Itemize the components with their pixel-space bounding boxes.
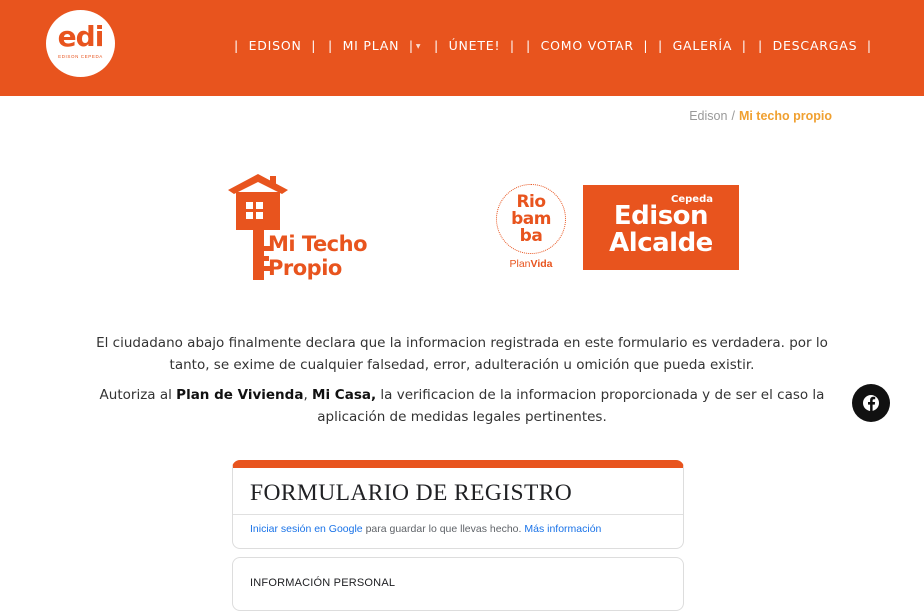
declaration-paragraph: El ciudadano abajo finalmente declara qu… — [60, 332, 864, 376]
mi-techo-line2: Propio — [268, 256, 342, 280]
auth-comma: , — [303, 387, 313, 403]
nav-label-como-votar: COMO VOTAR — [540, 38, 634, 53]
nav-item-galeria[interactable]: | GALERÍA | — [658, 36, 747, 56]
signin-middle-text: para guardar lo que llevas hecho. — [362, 523, 525, 535]
auth-prefix: Autoriza al — [99, 387, 177, 403]
chevron-down-icon: ▼ — [415, 42, 422, 50]
logo-text: edi — [57, 20, 105, 53]
authorization-paragraph: Autoriza al Plan de Vivienda, Mi Casa, l… — [60, 384, 864, 428]
riobamba-plan-vida-logo: Rio bam ba PlanVida — [494, 184, 568, 274]
nav-item-mi-plan[interactable]: | MI PLAN | ▼ — [328, 36, 421, 56]
nav-label-mi-plan: MI PLAN — [342, 38, 400, 53]
more-info-link[interactable]: Más información — [524, 523, 601, 535]
facebook-icon — [863, 395, 879, 411]
breadcrumb-separator: / — [731, 109, 735, 123]
auth-mi-casa: Mi Casa, — [312, 387, 377, 403]
alcalde-label: Alcalde — [609, 228, 713, 258]
declaration-line2: tanto, se exime de cualquier falsedad, e… — [169, 357, 755, 373]
breadcrumb: Edison / Mi techo propio — [689, 109, 832, 123]
section-title: INFORMACIÓN PERSONAL — [250, 577, 396, 589]
form-title: FORMULARIO DE REGISTRO — [250, 480, 573, 506]
mi-techo-line1: Mi Techo — [268, 232, 368, 256]
site-logo[interactable]: edi EDISON CEPEDA — [46, 10, 115, 77]
nav-item-como-votar[interactable]: | COMO VOTAR | — [526, 36, 648, 56]
auth-suffix: la verificacion de la informacion propor… — [376, 387, 825, 403]
declaration-line1: El ciudadano abajo finalmente declara qu… — [96, 335, 828, 351]
edison-label: Edison — [613, 201, 709, 231]
form-divider — [233, 514, 683, 515]
authorization-line2: aplicación de medidas legales pertinente… — [317, 409, 607, 425]
nav-label-descargas: DESCARGAS — [772, 38, 858, 53]
nav-item-edison[interactable]: | EDISON | — [234, 36, 316, 56]
nav-item-descargas[interactable]: | DESCARGAS | — [758, 36, 872, 56]
nav-label-unete: ÚNETE! — [448, 38, 501, 53]
vida-word: Vida — [530, 258, 553, 270]
nav-item-unete[interactable]: | ÚNETE! | — [434, 36, 515, 56]
form-header-card: FORMULARIO DE REGISTRO Iniciar sesión en… — [232, 460, 684, 549]
plan-word: Plan — [509, 258, 531, 270]
mi-techo-propio-logo: Mi Techo Propio — [226, 172, 386, 284]
breadcrumb-current: Mi techo propio — [738, 109, 832, 123]
google-signin-link[interactable]: Iniciar sesión en Google — [250, 523, 363, 535]
nav-label-galeria: GALERÍA — [672, 38, 733, 53]
nav-label-edison: EDISON — [248, 38, 302, 53]
rio-line3: ba — [519, 226, 543, 246]
edison-alcalde-logo: Cepeda Edison Alcalde — [583, 185, 739, 270]
logo-subtitle: EDISON CEPEDA — [58, 54, 103, 59]
facebook-button[interactable] — [852, 384, 890, 422]
breadcrumb-home-link[interactable]: Edison — [689, 109, 727, 123]
form-signin-note: Iniciar sesión en Google para guardar lo… — [250, 523, 601, 535]
site-header: edi EDISON CEPEDA | EDISON | | MI PLAN |… — [0, 0, 924, 96]
auth-plan-vivienda: Plan de Vivienda — [176, 387, 304, 403]
personal-info-section: INFORMACIÓN PERSONAL — [232, 557, 684, 611]
